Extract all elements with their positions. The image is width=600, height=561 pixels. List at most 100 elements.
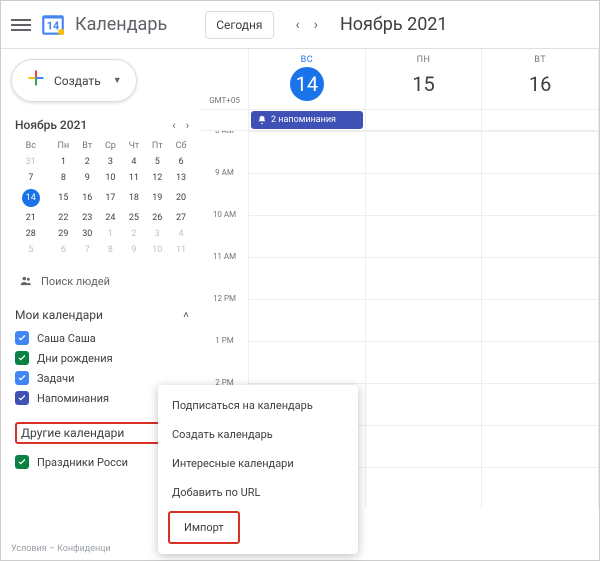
mini-day[interactable]: 3: [145, 226, 169, 242]
time-slot[interactable]: [482, 257, 599, 299]
time-slot[interactable]: [249, 299, 366, 341]
mini-day[interactable]: 5: [11, 242, 51, 258]
mini-day[interactable]: 5: [145, 154, 169, 170]
hamburger-menu-icon[interactable]: [11, 19, 31, 31]
mini-day[interactable]: 22: [51, 210, 77, 226]
time-slot[interactable]: [249, 257, 366, 299]
hour-label: 8 AM: [215, 131, 234, 135]
mini-day[interactable]: 3: [98, 154, 122, 170]
mini-day[interactable]: 27: [169, 210, 193, 226]
mini-day[interactable]: 6: [51, 242, 77, 258]
my-calendars-toggle[interactable]: Мои календари ˄: [11, 308, 193, 322]
next-period-button[interactable]: ›: [314, 17, 318, 33]
mini-prev-button[interactable]: ‹: [172, 119, 175, 132]
mini-day[interactable]: 16: [76, 186, 98, 210]
mini-day[interactable]: 18: [122, 186, 145, 210]
mini-day[interactable]: 9: [76, 170, 98, 186]
time-slot[interactable]: [482, 341, 599, 383]
time-slot[interactable]: [366, 257, 483, 299]
mini-day[interactable]: 10: [145, 242, 169, 258]
checkbox-icon[interactable]: [15, 371, 29, 385]
hour-label: 9 AM: [215, 168, 234, 177]
mini-day[interactable]: 8: [98, 242, 122, 258]
time-slot[interactable]: [366, 131, 483, 173]
time-slot[interactable]: [482, 299, 599, 341]
menu-item[interactable]: Подписаться на календарь: [158, 391, 358, 420]
mini-day[interactable]: 11: [122, 170, 145, 186]
time-slot[interactable]: [482, 467, 599, 509]
checkbox-icon[interactable]: [15, 391, 29, 405]
mini-day[interactable]: 12: [145, 170, 169, 186]
mini-day[interactable]: 21: [11, 210, 51, 226]
time-slot[interactable]: [482, 383, 599, 425]
mini-day[interactable]: 2: [76, 154, 98, 170]
mini-day[interactable]: 19: [145, 186, 169, 210]
allday-event[interactable]: 2 напоминания: [251, 111, 363, 129]
mini-day[interactable]: 17: [98, 186, 122, 210]
menu-item[interactable]: Добавить по URL: [158, 478, 358, 507]
hour-label: 1 PM: [215, 336, 234, 345]
time-slot[interactable]: [366, 425, 483, 467]
other-calendars-context-menu: Подписаться на календарьСоздать календар…: [158, 385, 358, 554]
day-column-header[interactable]: ПН15: [366, 49, 483, 109]
time-slot[interactable]: [366, 299, 483, 341]
time-slot[interactable]: [366, 173, 483, 215]
checkbox-icon[interactable]: [15, 455, 29, 469]
mini-day[interactable]: 29: [51, 226, 77, 242]
mini-day[interactable]: 23: [76, 210, 98, 226]
mini-next-button[interactable]: ›: [186, 119, 189, 132]
time-slot[interactable]: [482, 215, 599, 257]
time-slot[interactable]: [482, 173, 599, 215]
mini-day[interactable]: 7: [76, 242, 98, 258]
plus-icon: [26, 68, 46, 93]
menu-item[interactable]: Создать календарь: [158, 420, 358, 449]
time-slot[interactable]: [249, 215, 366, 257]
mini-day[interactable]: 10: [98, 170, 122, 186]
mini-day[interactable]: 6: [169, 154, 193, 170]
mini-day[interactable]: 31: [11, 154, 51, 170]
prev-period-button[interactable]: ‹: [296, 17, 300, 33]
time-slot[interactable]: [366, 215, 483, 257]
mini-day[interactable]: 9: [122, 242, 145, 258]
mini-day[interactable]: 11: [169, 242, 193, 258]
today-button[interactable]: Сегодня: [205, 11, 273, 39]
time-slot[interactable]: [366, 467, 483, 509]
mini-calendar[interactable]: ВсПнВтСрЧтПтСб 3112345678910111213141516…: [11, 138, 193, 258]
time-slot[interactable]: [366, 383, 483, 425]
mini-day[interactable]: 1: [98, 226, 122, 242]
mini-day[interactable]: 20: [169, 186, 193, 210]
calendar-item[interactable]: Саша Саша: [11, 328, 193, 348]
day-column-header[interactable]: ВС14: [249, 49, 366, 109]
mini-day[interactable]: 2: [122, 226, 145, 242]
search-people-input[interactable]: Поиск людей: [11, 268, 193, 294]
mini-day[interactable]: 13: [169, 170, 193, 186]
mini-day[interactable]: 24: [98, 210, 122, 226]
menu-item-import[interactable]: Импорт: [168, 511, 240, 544]
mini-day[interactable]: 8: [51, 170, 77, 186]
mini-day[interactable]: 25: [122, 210, 145, 226]
mini-day[interactable]: 15: [51, 186, 77, 210]
hour-label: 10 AM: [213, 210, 236, 219]
create-button[interactable]: Создать ▼: [11, 59, 137, 102]
checkbox-icon[interactable]: [15, 351, 29, 365]
time-slot[interactable]: [482, 425, 599, 467]
time-slot[interactable]: [249, 341, 366, 383]
calendar-item[interactable]: Дни рождения: [11, 348, 193, 368]
time-slot[interactable]: [249, 131, 366, 173]
mini-day[interactable]: 30: [76, 226, 98, 242]
mini-day[interactable]: 26: [145, 210, 169, 226]
mini-day[interactable]: 7: [11, 170, 51, 186]
footer-links[interactable]: Условия – Конфиденци: [11, 544, 111, 554]
mini-day[interactable]: 28: [11, 226, 51, 242]
time-slot[interactable]: [482, 131, 599, 173]
time-slot[interactable]: [249, 173, 366, 215]
mini-day[interactable]: 14: [11, 186, 51, 210]
mini-day[interactable]: 4: [169, 226, 193, 242]
mini-day[interactable]: 1: [51, 154, 77, 170]
day-column-header[interactable]: ВТ16: [482, 49, 599, 109]
time-slot[interactable]: [366, 341, 483, 383]
menu-item[interactable]: Интересные календари: [158, 449, 358, 478]
checkbox-icon[interactable]: [15, 331, 29, 345]
mini-calendar-title: Ноябрь 2021: [15, 118, 87, 132]
mini-day[interactable]: 4: [122, 154, 145, 170]
